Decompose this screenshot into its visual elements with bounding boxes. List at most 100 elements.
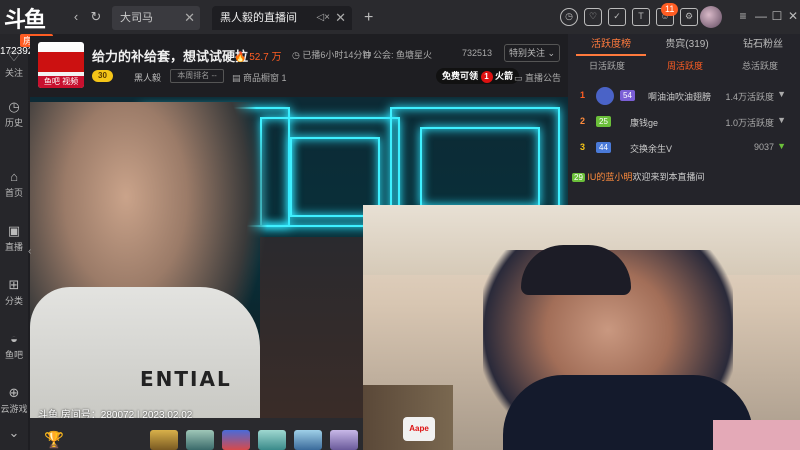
rank-panel: 活跃度榜 贵宾(319) 钻石粉丝 日活跃度 周活跃度 总活跃度 1 54 啊油…: [568, 34, 800, 205]
rank-tabs: 活跃度榜 贵宾(319) 钻石粉丝: [568, 34, 800, 56]
sidebar-item-history[interactable]: ◷ 历史: [0, 100, 28, 129]
avatar-art: [38, 52, 84, 72]
rank-row[interactable]: 1 54 啊油油吹油翅膀 1.4万活跃度 ▼: [568, 84, 800, 108]
follow-label: 特别关注: [508, 48, 545, 58]
hot-number: 52.7 万: [249, 52, 282, 63]
settings-icon[interactable]: ⚙: [680, 8, 698, 26]
sidebar-item-label: 历史: [4, 118, 23, 128]
sidebar-item-fishbar[interactable]: ◒ 鱼吧: [0, 332, 28, 361]
rank-row[interactable]: 2 25 康钱ge 1.0万活跃度 ▼: [568, 110, 800, 134]
tab-search[interactable]: 大司马 ✕: [112, 6, 200, 30]
notice-button[interactable]: ▭ 直播公告: [514, 71, 561, 84]
gift-item[interactable]: [186, 430, 214, 450]
mute-icon[interactable]: ◁×: [316, 6, 330, 30]
rank-level: 25: [596, 116, 611, 127]
rank-row[interactable]: 3 44 交换余生V 9037 ▼: [568, 136, 800, 160]
streamer-sweater: [30, 287, 260, 418]
shirt-icon[interactable]: T: [632, 8, 650, 26]
clock-icon[interactable]: ◷: [560, 8, 578, 26]
shop-window[interactable]: ▤ 商品橱窗 1: [232, 71, 287, 84]
user-level-badge: 29: [572, 173, 585, 182]
sidebar-item-live[interactable]: ▣ 直播: [0, 224, 28, 253]
pip-video[interactable]: Aape: [363, 205, 800, 450]
calendar-icon[interactable]: ✓: [608, 8, 626, 26]
close-icon[interactable]: ✕: [335, 6, 346, 30]
refresh-icon[interactable]: ↻: [88, 9, 104, 25]
anchor-avatar[interactable]: 鱼吧 视频: [38, 42, 84, 88]
sidebar-item-label: 分类: [4, 296, 23, 306]
free-rocket-banner[interactable]: 免费可领 1 火箭: [436, 68, 520, 84]
rank-score: 9037: [753, 142, 774, 152]
sidebar-item-label: 鱼吧: [4, 350, 23, 360]
clock-icon: ◷: [8, 99, 20, 114]
subtab-daily[interactable]: 日活跃度: [582, 58, 632, 74]
heart-icon[interactable]: ♡: [584, 8, 602, 26]
pip-cushion: Aape: [403, 417, 435, 441]
sidebar-item-cloudgame[interactable]: ⊕ 云游戏: [0, 386, 28, 415]
sidebar-item-home[interactable]: ⌂ 首页: [0, 170, 28, 199]
rank-level: 44: [596, 142, 611, 153]
sweater-print: ENTIAL: [140, 367, 232, 391]
left-sidebar: 房间号 172392 ♡ 关注 ◷ 历史 ⌂ 首页 ▣ 直播 ⊞ 分类 ◒ 鱼吧…: [0, 34, 54, 450]
gift-item[interactable]: [294, 430, 322, 450]
trophy-icon[interactable]: 🏆: [44, 430, 72, 450]
chat-username[interactable]: IU的蓝小明: [587, 172, 632, 182]
sidebar-item-label: 首页: [4, 188, 23, 198]
heart-icon: ♡: [8, 49, 20, 64]
maximize-icon[interactable]: ☐: [770, 9, 784, 23]
chat-area: 29 IU的蓝小明欢迎来到本直播间: [568, 168, 800, 198]
guild-info[interactable]: ⊡ 公会: 鱼塘星火: [363, 48, 432, 61]
chat-text: 欢迎来到本直播间: [632, 172, 705, 182]
sidebar-item-label: 直播: [4, 242, 23, 252]
minimize-icon[interactable]: —: [754, 9, 768, 23]
trend-icon: ▼: [777, 141, 786, 151]
subtab-total[interactable]: 总活跃度: [734, 58, 786, 74]
gift-item[interactable]: [222, 430, 250, 450]
close-icon[interactable]: ✕: [184, 6, 195, 30]
collapse-left-icon[interactable]: ‹: [28, 246, 31, 257]
live-time-text: 已播6小时14分钟: [302, 50, 372, 60]
hot-value: 🔥 52.7 万: [234, 52, 282, 63]
anchor-name[interactable]: 黑人毅: [134, 71, 161, 84]
pip-cloth: [713, 420, 800, 450]
grid-icon: ⊞: [8, 277, 20, 292]
free-banner-pre: 免费可领: [442, 71, 479, 81]
back-icon[interactable]: ‹: [68, 9, 84, 25]
notice-label: 直播公告: [525, 73, 562, 83]
subtab-weekly[interactable]: 周活跃度: [660, 58, 710, 74]
gift-item[interactable]: [258, 430, 286, 450]
fish-icon: ◒: [10, 331, 18, 346]
douyu-logo[interactable]: 斗鱼: [2, 2, 62, 36]
follow-button[interactable]: 特别关注 ⌄: [504, 44, 560, 62]
trend-icon: ▼: [777, 115, 786, 125]
rank-name: 康钱ge: [630, 118, 659, 128]
tab-label: 黑人毅的直播间: [220, 12, 297, 24]
sidebar-expand[interactable]: ⌄: [0, 426, 28, 440]
neon-panel: [420, 127, 540, 207]
rank-score: 1.0万活跃度: [725, 118, 774, 128]
tab-live-room[interactable]: 黑人毅的直播间 ◁× ✕: [212, 6, 352, 30]
user-avatar[interactable]: [700, 6, 722, 28]
video-watermark: 斗鱼 房间号：280072 | 2023.02.02: [38, 410, 193, 418]
room-title: 给力的补给套，想试试硬拉: [92, 49, 249, 64]
sidebar-item-category[interactable]: ⊞ 分类: [0, 278, 28, 307]
tab-vip[interactable]: 贵宾(319): [652, 34, 722, 56]
notify-badge: 11: [661, 3, 679, 16]
gift-item[interactable]: [150, 430, 178, 450]
rank-level: 54: [620, 90, 635, 101]
room-id: 732513: [462, 48, 493, 58]
close-window-icon[interactable]: ✕: [786, 9, 800, 23]
rank-number: 1: [580, 90, 586, 100]
new-tab-button[interactable]: +: [356, 6, 376, 30]
gift-item[interactable]: [330, 430, 358, 450]
gift-bar: 🏆: [30, 418, 363, 450]
sidebar-item-label: 云游戏: [0, 404, 28, 414]
gamepad-icon: ⊕: [8, 385, 20, 400]
weekly-rank[interactable]: 本周排名 --: [170, 69, 224, 83]
tab-activity-rank[interactable]: 活跃度榜: [576, 34, 646, 56]
title-bar: 斗鱼 ‹ ↻ 大司马 ✕ 黑人毅的直播间 ◁× ✕ + ◷ ♡ ✓ T ☺ 11…: [0, 0, 800, 34]
menu-icon[interactable]: ≡: [736, 9, 750, 23]
rank-number: 2: [580, 116, 586, 126]
sidebar-item-follow[interactable]: ♡ 关注: [0, 50, 28, 79]
tab-diamond-fans[interactable]: 钻石粉丝: [728, 34, 798, 56]
